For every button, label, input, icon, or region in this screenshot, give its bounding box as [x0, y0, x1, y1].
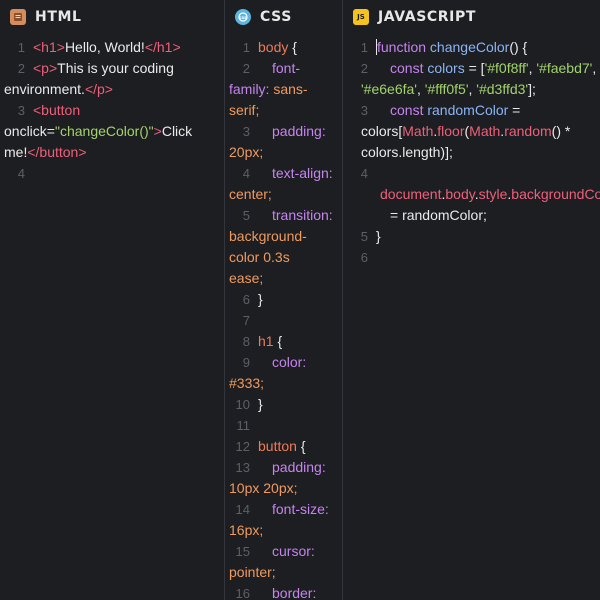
code-line: border:	[272, 585, 317, 600]
code-line: ease;	[229, 270, 264, 286]
html-panel[interactable]: HTML 1 2 3 4 <h1>Hello, World!</h1> <p>T…	[0, 0, 225, 600]
code-line: 20px;	[229, 144, 264, 160]
code-line: font-size:	[272, 501, 329, 517]
line-number: 2	[242, 61, 250, 76]
line-number: 2	[360, 61, 368, 76]
code-line: onclick="changeColor()">Click	[4, 123, 193, 139]
line-number: 3	[242, 124, 250, 139]
line-number: 15	[235, 544, 250, 559]
code-line: padding:	[272, 123, 326, 139]
line-number: 16	[235, 586, 250, 600]
code-line: }	[376, 228, 381, 244]
line-number: 11	[236, 418, 251, 433]
code-line: cursor:	[272, 543, 315, 559]
css-panel-title: CSS	[260, 9, 292, 25]
code-line: 16px;	[229, 522, 264, 538]
javascript-panel-header: JS JAVASCRIPT	[343, 0, 600, 34]
line-number: 8	[242, 334, 250, 349]
code-line: document.body.style.backgroundColor	[380, 186, 600, 202]
html-file-icon	[10, 9, 26, 25]
code-line: color 0.3s	[229, 249, 290, 265]
css-code-area[interactable]: 1 body { 2 font-family: sans-serif; 3 padding…	[225, 34, 342, 600]
line-number: 12	[235, 439, 250, 454]
code-line: me!</button>	[4, 144, 87, 160]
code-line: '#e6e6fa', '#fff0f5', '#d3ffd3'];	[361, 81, 536, 97]
line-number: 3	[360, 103, 368, 118]
js-file-icon: JS	[353, 9, 369, 25]
code-line: function changeColor() {	[376, 39, 528, 55]
code-line: <button	[33, 102, 81, 118]
code-line: color:	[272, 354, 307, 370]
code-line: 10px 20px;	[229, 480, 298, 496]
code-line: const colors = ['#f0f8ff', '#faebd7',	[390, 60, 597, 76]
line-number: 9	[242, 355, 250, 370]
code-line: center;	[229, 186, 272, 202]
code-line: h1 {	[258, 333, 283, 349]
code-line: colors[Math.floor(Math.random() *	[361, 123, 571, 139]
code-line: body {	[258, 39, 297, 55]
line-number: 2	[17, 61, 25, 76]
code-line: text-align:	[272, 165, 333, 181]
css-file-icon: css	[235, 9, 251, 25]
css-panel[interactable]: css CSS 1 body { 2 font-family: sans-serif;…	[225, 0, 343, 600]
code-line: button {	[258, 438, 306, 454]
line-number: 7	[242, 313, 250, 328]
code-editor: HTML 1 2 3 4 <h1>Hello, World!</h1> <p>T…	[0, 0, 600, 600]
code-line: serif;	[229, 102, 260, 118]
code-line: padding:	[272, 459, 326, 475]
line-number: 1	[360, 40, 368, 55]
html-code-area[interactable]: 1 2 3 4 <h1>Hello, World!</h1> <p>This i…	[0, 34, 224, 600]
javascript-panel-title: JAVASCRIPT	[378, 9, 476, 25]
line-number: 4	[360, 166, 368, 181]
html-panel-header: HTML	[0, 0, 224, 34]
code-line: environment.</p>	[4, 81, 113, 97]
line-number: 3	[17, 103, 25, 118]
line-number: 4	[242, 166, 250, 181]
code-line: colors.length)];	[361, 144, 453, 160]
code-line: font-	[272, 60, 301, 76]
code-line: }	[258, 396, 263, 412]
line-number: 6	[242, 292, 250, 307]
code-line: <h1>Hello, World!</h1>	[33, 39, 181, 55]
code-line: #333;	[229, 375, 265, 391]
code-line: = randomColor;	[390, 207, 487, 223]
line-number: 10	[235, 397, 250, 412]
javascript-code-area[interactable]: 1 2 3 4 5 6 function changeColor() { con…	[343, 34, 600, 600]
code-line: }	[258, 291, 263, 307]
line-number: 14	[235, 502, 250, 517]
code-line: family: sans-	[229, 81, 308, 97]
code-line: transition:	[272, 207, 333, 223]
code-line: pointer;	[229, 564, 276, 580]
javascript-panel[interactable]: JS JAVASCRIPT 1 2 3 4 5 6 function chang…	[343, 0, 600, 600]
css-panel-header: css CSS	[225, 0, 342, 34]
line-number: 5	[360, 229, 368, 244]
line-number: 1	[242, 40, 250, 55]
line-number: 13	[235, 460, 250, 475]
line-number: 1	[17, 40, 25, 55]
code-line: <p>This is your coding	[33, 60, 174, 76]
code-line: background-	[229, 228, 307, 244]
line-number: 4	[17, 166, 25, 181]
html-panel-title: HTML	[35, 9, 82, 25]
svg-text:css: css	[239, 15, 247, 20]
line-number: 5	[242, 208, 250, 223]
line-number: 6	[360, 250, 368, 265]
code-line: const randomColor =	[390, 102, 521, 118]
